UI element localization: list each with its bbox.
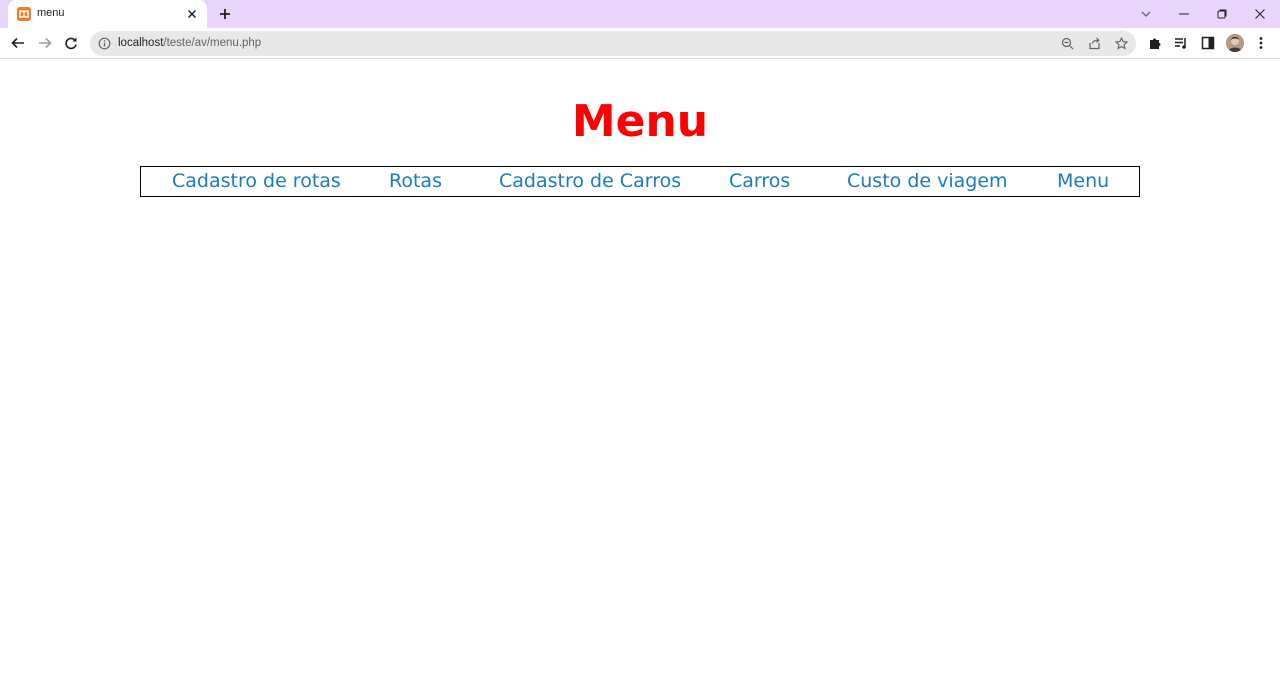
nav-link-cadastro-de-rotas[interactable]: Cadastro de rotas [172, 170, 341, 192]
more-menu-icon[interactable] [1252, 34, 1270, 52]
close-tab-icon[interactable] [185, 7, 199, 21]
new-tab-icon[interactable] [216, 5, 234, 23]
main-nav: Cadastro de rotas Rotas Cadastro de Carr… [140, 166, 1140, 197]
reload-icon[interactable] [62, 34, 80, 52]
browser-tab[interactable]: menu [8, 0, 207, 28]
url-host: localhost [118, 37, 164, 49]
nav-link-carros[interactable]: Carros [729, 170, 790, 192]
url-text: localhost/teste/av/menu.php [118, 37, 261, 49]
tab-search-chevron-icon[interactable] [1137, 5, 1155, 23]
reading-list-icon[interactable] [1172, 34, 1190, 52]
profile-avatar[interactable] [1226, 34, 1244, 52]
nav-link-rotas[interactable]: Rotas [389, 170, 442, 192]
back-icon[interactable] [9, 34, 27, 52]
page-title: Menu [571, 96, 709, 147]
tab-strip: menu [0, 0, 1280, 28]
browser-toolbar: localhost/teste/av/menu.php [0, 28, 1280, 59]
url-path: /teste/av/menu.php [163, 37, 262, 49]
address-bar[interactable]: localhost/teste/av/menu.php [90, 31, 1136, 56]
zoom-icon[interactable] [1060, 36, 1075, 51]
nav-link-menu[interactable]: Menu [1057, 170, 1109, 192]
nav-link-cadastro-de-carros[interactable]: Cadastro de Carros [499, 170, 681, 192]
bookmark-star-icon[interactable] [1114, 36, 1129, 51]
minimize-icon[interactable] [1175, 5, 1193, 23]
close-window-icon[interactable] [1251, 5, 1269, 23]
share-icon[interactable] [1087, 36, 1102, 51]
site-info-icon[interactable] [98, 37, 111, 50]
extensions-icon[interactable] [1146, 34, 1164, 52]
side-panel-icon[interactable] [1199, 34, 1217, 52]
nav-link-custo-de-viagem[interactable]: Custo de viagem [847, 170, 1008, 192]
tab-title: menu [37, 7, 65, 19]
forward-icon[interactable] [36, 34, 54, 52]
restore-icon[interactable] [1213, 5, 1231, 23]
xampp-icon [17, 7, 31, 21]
